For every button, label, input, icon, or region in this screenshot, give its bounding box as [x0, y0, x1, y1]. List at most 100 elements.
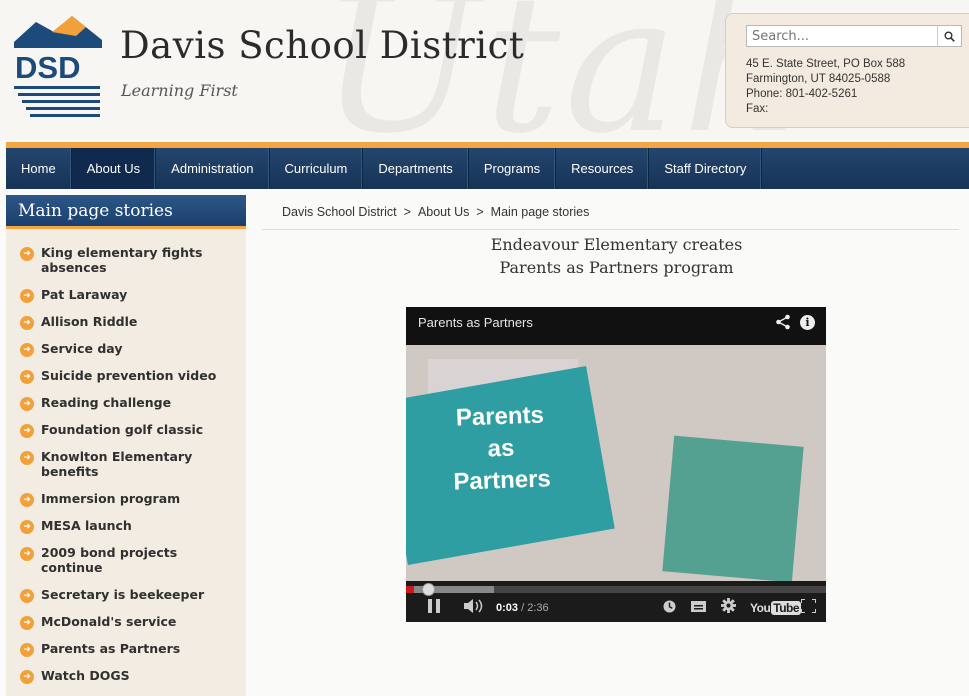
arrow-bullet-icon: ➜ — [20, 670, 34, 684]
card-text-line3: Partners — [452, 465, 552, 496]
video-title-bar: Parents as Partners i — [406, 307, 826, 345]
volume-icon — [464, 599, 483, 613]
arrow-bullet-icon: ➜ — [20, 397, 34, 411]
main-nav: Home About Us Administration Curriculum … — [6, 148, 969, 189]
article-title-line2: Parents as Partners program — [499, 258, 734, 277]
story-link[interactable]: McDonald's service — [41, 614, 231, 629]
arrow-bullet-icon: ➜ — [20, 316, 34, 330]
breadcrumb-link-home[interactable]: Davis School District — [282, 205, 397, 219]
watch-later-button[interactable] — [663, 598, 676, 617]
progress-played — [406, 586, 414, 593]
story-link[interactable]: Foundation golf classic — [41, 422, 231, 437]
search-box — [746, 25, 962, 47]
search-input[interactable] — [747, 26, 937, 46]
logo-graphic: DSD — [14, 16, 102, 117]
gear-icon — [721, 598, 736, 613]
story-link[interactable]: Allison Riddle — [41, 314, 231, 329]
arrow-bullet-icon: ➜ — [20, 547, 34, 561]
arrow-bullet-icon: ➜ — [20, 589, 34, 603]
scrubber-handle[interactable] — [421, 583, 435, 596]
nav-item-programs[interactable]: Programs — [469, 148, 557, 189]
nav-item-administration[interactable]: Administration — [156, 148, 270, 189]
arrow-bullet-icon: ➜ — [20, 424, 34, 438]
breadcrumb-link-about-us[interactable]: About Us — [418, 205, 469, 219]
video-card-text: Parents as Partners — [444, 399, 557, 499]
share-button[interactable] — [775, 314, 791, 334]
sidebar: Main page stories ➜ King elementary figh… — [6, 195, 246, 696]
arrow-bullet-icon: ➜ — [20, 643, 34, 657]
sidebar-title: Main page stories — [18, 201, 173, 221]
progress-bar[interactable] — [406, 583, 826, 596]
card-text-line1: Parents — [455, 401, 545, 432]
logo-text: DSD — [15, 50, 80, 85]
arrow-bullet-icon: ➜ — [20, 520, 34, 534]
video-card-green — [662, 435, 804, 581]
nav-item-resources[interactable]: Resources — [556, 148, 650, 189]
story-link[interactable]: MESA launch — [41, 518, 231, 533]
page: Utah DSD Davis School District Learning … — [0, 0, 969, 696]
contact-phone: Phone: 801-402-5261 — [746, 88, 858, 100]
story-link[interactable]: Suicide prevention video — [41, 368, 231, 383]
fullscreen-icon — [800, 598, 817, 614]
breadcrumb-separator: > — [403, 205, 411, 219]
search-button[interactable] — [937, 26, 961, 46]
breadcrumb: Davis School District > About Us > Main page… — [282, 205, 589, 219]
arrow-bullet-icon: ➜ — [20, 343, 34, 357]
video-frame[interactable]: Parents as Partners — [406, 345, 826, 581]
story-link[interactable]: King elementary fights absences — [41, 245, 231, 275]
pause-icon — [428, 599, 440, 613]
video-controls: 0:03 / 2:36 You Tube — [406, 581, 826, 622]
story-link[interactable]: Immersion program — [41, 491, 231, 506]
site-tagline: Learning First — [121, 81, 238, 100]
youtube-logo-you: You — [750, 601, 771, 615]
pause-button[interactable] — [427, 598, 441, 617]
story-link[interactable]: Service day — [41, 341, 231, 356]
arrow-bullet-icon: ➜ — [20, 493, 34, 507]
site-title[interactable]: Davis School District — [120, 24, 524, 67]
contact-address-line1: 45 E. State Street, PO Box 588 — [746, 58, 906, 70]
volume-button[interactable] — [464, 598, 486, 617]
video-player[interactable]: Parents as Partners i Parents as Partner… — [406, 307, 826, 622]
progress-buffered — [406, 586, 495, 593]
youtube-logo-tube: Tube — [771, 601, 802, 615]
clock-icon — [663, 600, 676, 613]
nav-item-home[interactable]: Home — [6, 148, 72, 189]
arrow-bullet-icon: ➜ — [20, 451, 34, 465]
nav-item-staff-directory[interactable]: Staff Directory — [649, 148, 763, 189]
nav-item-about-us[interactable]: About Us — [71, 148, 157, 189]
breadcrumb-current: Main page stories — [490, 205, 590, 219]
nav-item-curriculum[interactable]: Curriculum — [270, 148, 364, 189]
video-title[interactable]: Parents as Partners — [418, 315, 533, 330]
video-current-time: 0:03 — [496, 602, 519, 614]
youtube-logo[interactable]: You Tube — [750, 601, 802, 615]
story-link[interactable]: Secretary is beekeeper — [41, 587, 231, 602]
breadcrumb-divider — [262, 229, 959, 230]
article-title: Endeavour Elementary creates Parents as … — [400, 233, 833, 279]
arrow-bullet-icon: ➜ — [20, 370, 34, 384]
video-time: 0:03 / 2:36 — [496, 602, 549, 614]
settings-button[interactable] — [721, 598, 736, 617]
captions-icon — [691, 601, 706, 612]
arrow-bullet-icon: ➜ — [20, 616, 34, 630]
breadcrumb-separator: > — [476, 205, 484, 219]
story-link[interactable]: Parents as Partners — [41, 641, 231, 656]
captions-button[interactable] — [691, 598, 706, 617]
story-link[interactable]: Knowlton Elementary benefits — [41, 449, 231, 479]
story-link[interactable]: Watch DOGS — [41, 668, 231, 683]
sidebar-header: Main page stories — [6, 195, 246, 229]
contact-fax: Fax: — [746, 103, 769, 115]
story-link[interactable]: Pat Laraway — [41, 287, 231, 302]
search-icon — [944, 31, 955, 42]
arrow-bullet-icon: ➜ — [20, 247, 34, 261]
site-header: Utah DSD Davis School District Learning … — [0, 0, 969, 140]
contact-address-line2: Farmington, UT 84025-0588 — [746, 73, 891, 85]
video-duration: / 2:36 — [521, 602, 549, 614]
story-link[interactable]: 2009 bond projects continue — [41, 545, 231, 575]
district-logo[interactable]: DSD — [14, 14, 102, 118]
article-title-line1: Endeavour Elementary creates — [490, 235, 743, 254]
fullscreen-button[interactable] — [800, 598, 817, 617]
card-text-line2: as — [487, 434, 515, 463]
nav-item-departments[interactable]: Departments — [363, 148, 469, 189]
info-icon[interactable]: i — [800, 315, 815, 330]
story-link[interactable]: Reading challenge — [41, 395, 231, 410]
